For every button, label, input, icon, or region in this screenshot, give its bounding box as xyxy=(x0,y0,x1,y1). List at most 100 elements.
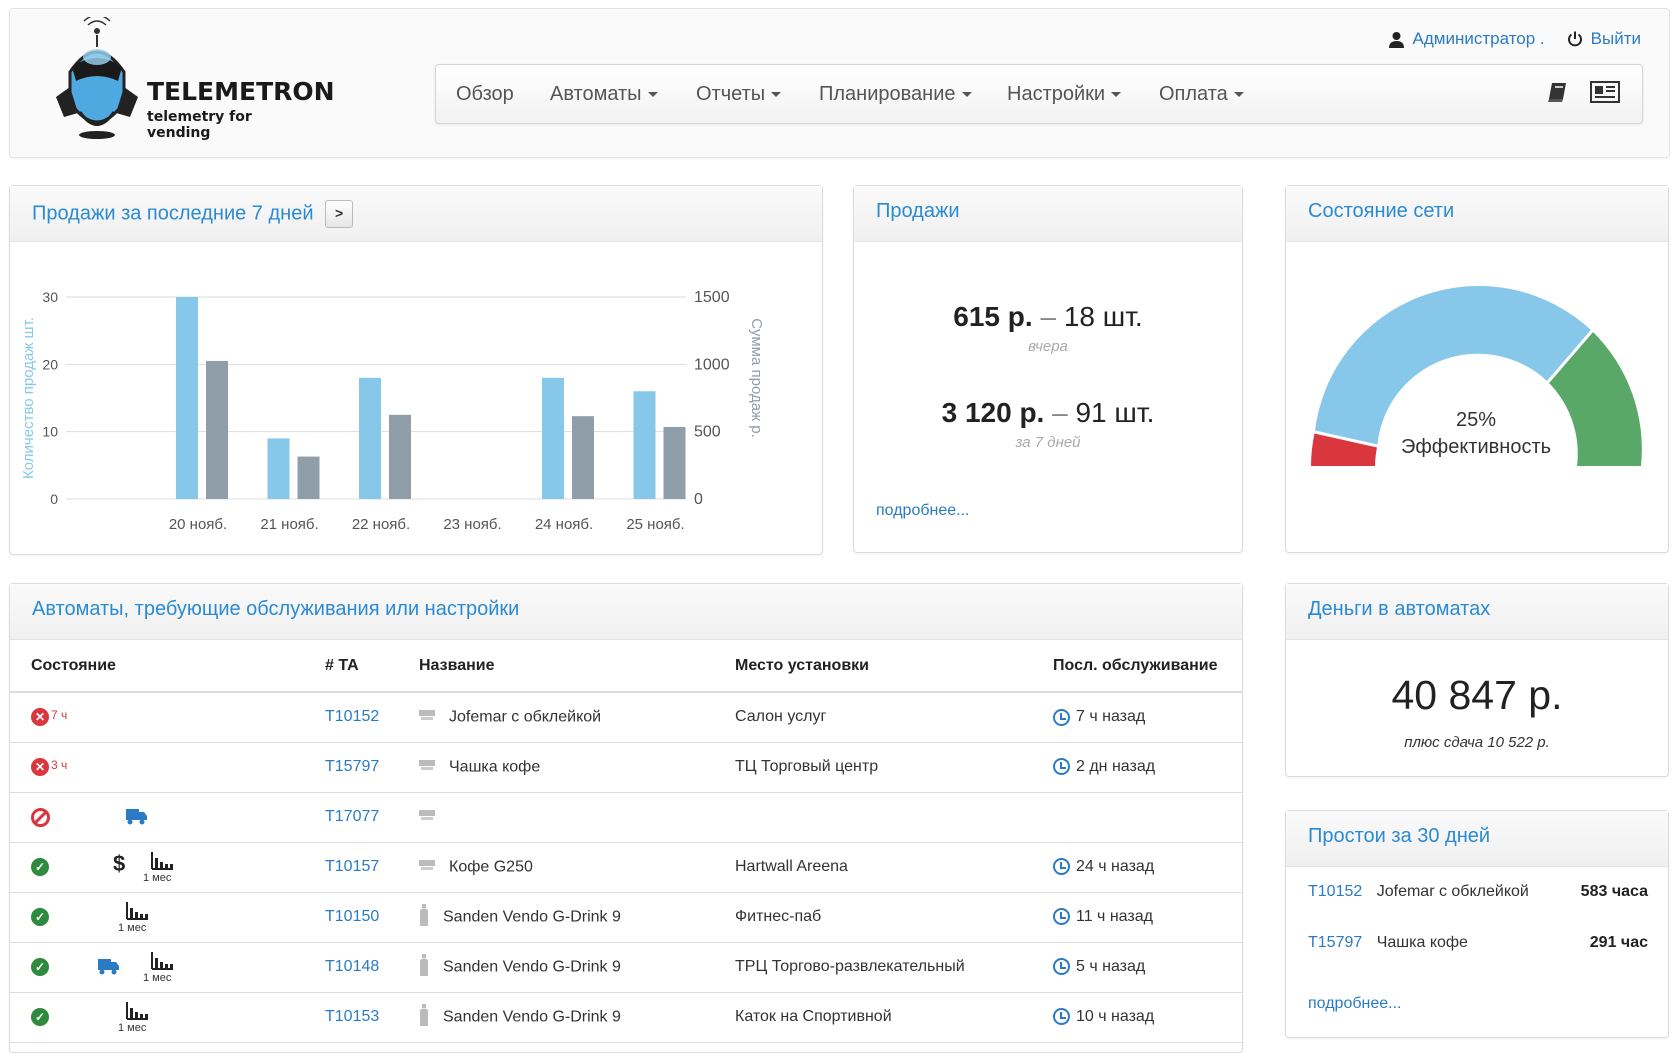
table-row[interactable]: ✕ 7 ч T10152 Jofemar с обклейкой Салон услуг… xyxy=(10,692,1242,743)
col-name[interactable]: Название xyxy=(398,640,714,693)
panel-header: Состояние сети xyxy=(1286,186,1668,242)
machine-id-cell: T15797 xyxy=(304,742,398,793)
downtime-row: T10152 Jofemar с обклейкой 583 часа xyxy=(1308,883,1648,901)
next-button[interactable]: > xyxy=(325,200,354,228)
brand-name: TELEMETRON xyxy=(147,77,335,106)
table-row[interactable]: ✓ 1 мес T10148 Sanden Vendo G-Drink 9 ТРЦ То… xyxy=(10,942,1242,993)
machine-id-link[interactable]: T10153 xyxy=(325,1008,379,1025)
nav-settings[interactable]: Настройки xyxy=(1007,83,1122,106)
bar-quantity xyxy=(176,297,198,499)
clock-icon xyxy=(1053,758,1070,776)
logout-link[interactable]: Выйти xyxy=(1567,29,1641,49)
efficiency-gauge: 25% Эффективность xyxy=(1311,285,1642,466)
nav-overview[interactable]: Обзор xyxy=(456,83,514,106)
error-icon: ✕ xyxy=(31,757,49,776)
money-panel: Деньги в автоматах 40 847 р. плюс сдача … xyxy=(1285,583,1669,777)
nav-machines[interactable]: Автоматы xyxy=(550,83,658,106)
machine-name-cell: Кофе G250 xyxy=(398,842,714,893)
truck-icon xyxy=(126,807,148,830)
table-row[interactable]: ✓ $1 мес T10157 Кофе G250 Hartwall Areena 24 … xyxy=(10,842,1242,893)
truck-icon xyxy=(98,957,120,980)
machine-name-cell: Sanden Vendo G-Drink 9 xyxy=(398,892,714,943)
machine-name-cell: Jofemar с обклейкой xyxy=(398,692,714,743)
table-row[interactable]: T17077 xyxy=(10,792,1242,843)
table-row[interactable]: ✓ 1 мес T10150 Sanden Vendo G-Drink 9 Фитнес… xyxy=(10,892,1242,943)
machine-id-link[interactable]: T10148 xyxy=(325,958,379,975)
nav-reports[interactable]: Отчеты xyxy=(696,83,782,106)
nav-payment[interactable]: Оплата xyxy=(1159,83,1244,106)
machine-id-link[interactable]: T17077 xyxy=(325,808,379,825)
sales-panel: Продажи 615 р. – 18 шт. вчера 3 120 р. –… xyxy=(853,185,1243,553)
status-cell: ✓ $1 мес xyxy=(10,842,304,893)
col-id[interactable]: # ТА xyxy=(304,640,398,693)
machine-id-link[interactable]: T10152 xyxy=(325,708,379,725)
machine-place: ТРЦ Торгово-развлекательный xyxy=(714,942,1032,993)
sales-title: Продажи xyxy=(876,200,960,222)
x-tick-label: 21 нояб. xyxy=(260,516,318,533)
coffee-machine-icon xyxy=(419,858,435,877)
user-bar: Администратор . Выйти xyxy=(1388,29,1641,49)
gauge-value: 25% xyxy=(1456,409,1496,431)
chart-month-label: 1 мес xyxy=(143,971,172,984)
coffee-machine-icon xyxy=(419,808,435,827)
machine-id-cell: T17077 xyxy=(304,792,398,843)
caret-down-icon xyxy=(647,92,658,98)
machine-place: Каток на Спортивной xyxy=(714,992,1032,1043)
newspaper-icon[interactable] xyxy=(1590,81,1620,103)
user-link[interactable]: Администратор . xyxy=(1388,29,1545,49)
last-service-cell: 5 ч назад xyxy=(1032,942,1242,993)
y-tick-label: 30 xyxy=(42,289,58,305)
top-header: TELEMETRON telemetry for vending Админис… xyxy=(9,8,1670,158)
nav-payment-label: Оплата xyxy=(1159,83,1228,105)
ok-icon: ✓ xyxy=(31,857,49,876)
error-hours: 7 ч xyxy=(51,708,68,723)
machine-name-cell: Sanden Vendo G-Drink 9 xyxy=(398,942,714,993)
col-last-service[interactable]: Посл. обслуживание xyxy=(1032,640,1242,693)
x-tick-label: 24 нояб. xyxy=(535,516,593,533)
bar-amount xyxy=(389,414,411,499)
clock-icon xyxy=(1053,958,1070,976)
chart-month-label: 1 мес xyxy=(143,871,172,884)
bar-quantity xyxy=(633,391,656,499)
bottle-machine-icon xyxy=(419,903,429,931)
chart-month-icon: 1 мес xyxy=(143,850,177,886)
downtime-value: 291 час xyxy=(1589,934,1648,951)
nav-settings-label: Настройки xyxy=(1007,83,1106,105)
machine-name-cell: Чашка кофе xyxy=(398,742,714,793)
user-name: Администратор . xyxy=(1412,29,1545,48)
machines-panel: Автоматы, требующие обслуживания или нас… xyxy=(9,583,1243,1053)
y-tick-label: 0 xyxy=(50,491,58,507)
nav-planning[interactable]: Планирование xyxy=(819,83,972,106)
book-icon[interactable] xyxy=(1547,81,1569,103)
table-row[interactable]: ✓ 1 мес T10153 Sanden Vendo G-Drink 9 Каток … xyxy=(10,992,1242,1043)
machine-id-link[interactable]: T15797 xyxy=(325,758,379,775)
chart-month-icon: 1 мес xyxy=(143,950,177,986)
network-state-panel: Состояние сети 25% Эффективность xyxy=(1285,185,1669,553)
downtime-more-link[interactable]: подробнее... xyxy=(1308,995,1401,1013)
x-tick-label: 20 нояб. xyxy=(169,516,227,533)
downtime-id-link[interactable]: T15797 xyxy=(1308,934,1362,951)
panel-header: Простои за 30 дней xyxy=(1286,811,1668,867)
coffee-machine-icon xyxy=(419,758,435,777)
last-service-cell: 24 ч назад xyxy=(1032,842,1242,893)
y2-tick-label: 1000 xyxy=(694,356,730,373)
machine-name-cell xyxy=(398,792,714,843)
last-service-cell: 11 ч назад xyxy=(1032,892,1242,943)
status-cell: ✓ 1 мес xyxy=(10,942,304,993)
machine-id-link[interactable]: T10150 xyxy=(325,908,379,925)
sales-yesterday-amount: 615 р. xyxy=(953,301,1033,332)
logout-label: Выйти xyxy=(1590,29,1641,48)
table-row[interactable]: ✕ 3 ч T15797 Чашка кофе ТЦ Торговый центр 2 д… xyxy=(10,742,1242,793)
machine-name: Чашка кофе xyxy=(449,758,541,776)
machine-id-cell: T10153 xyxy=(304,992,398,1043)
sales-more-link[interactable]: подробнее... xyxy=(876,502,969,520)
downtime-id-link[interactable]: T10152 xyxy=(1308,883,1362,900)
y-axis-title: Количество продаж шт. xyxy=(20,317,37,479)
machine-id-link[interactable]: T10157 xyxy=(325,858,379,875)
sales-week: 3 120 р. – 91 шт. xyxy=(854,397,1242,429)
machines-table-body: ✕ 7 ч T10152 Jofemar с обклейкой Салон услуг… xyxy=(10,692,1242,1043)
error-hours: 3 ч xyxy=(51,757,68,772)
col-place[interactable]: Место установки xyxy=(714,640,1032,693)
brand-logo[interactable]: TELEMETRON telemetry for vending xyxy=(50,17,335,147)
col-status[interactable]: Состояние xyxy=(10,640,304,693)
